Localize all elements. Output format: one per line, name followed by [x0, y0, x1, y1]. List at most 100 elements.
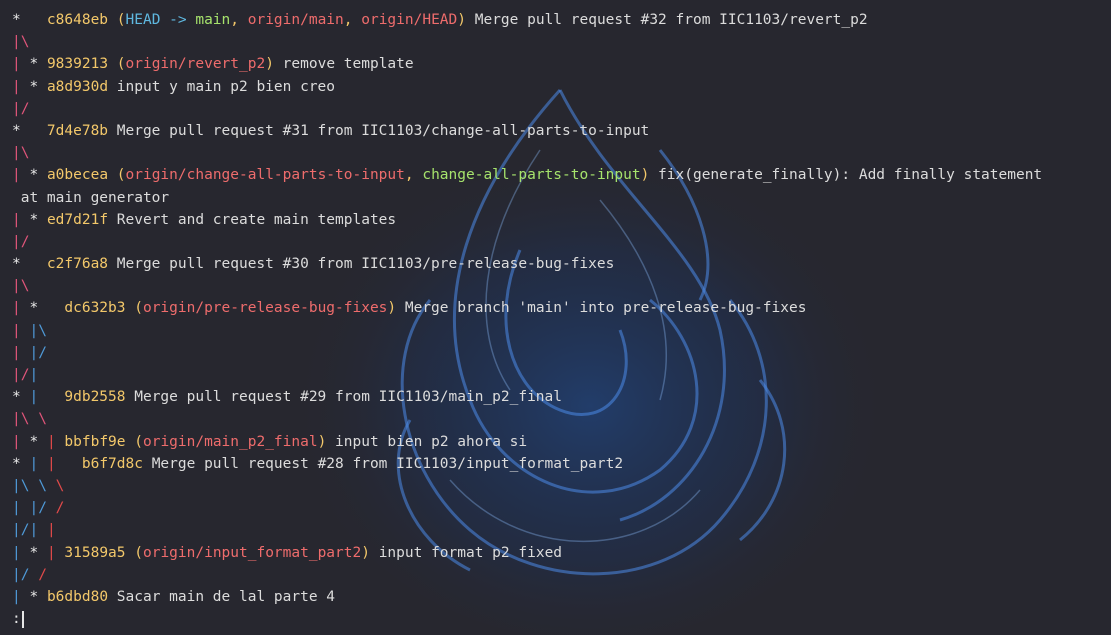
commit-hash: b6dbd80: [46, 588, 109, 605]
graph-commit-marker: *: [29, 300, 65, 317]
commit-message: input y main p2 bien creo: [108, 78, 336, 95]
head-ref: HEAD ->: [125, 12, 196, 28]
remote-branch-ref: origin/revert_p2: [125, 56, 266, 73]
graph-line: |: [46, 544, 65, 561]
graph-commit-marker: *: [29, 56, 47, 73]
graph-line: |: [12, 211, 30, 228]
remote-branch-ref: origin/pre-release-bug-fixes: [142, 300, 388, 317]
commit-hash: ): [361, 544, 370, 561]
local-branch-ref: main: [195, 12, 231, 28]
pager-prompt[interactable]: :: [0, 608, 1111, 630]
commit-hash: ,: [230, 12, 248, 28]
graph-line: |/: [12, 566, 39, 583]
graph-line: |: [12, 300, 30, 317]
commit-message: input bien p2 ahora si: [326, 433, 528, 450]
commit-message: Merge pull request #30 from IIC1103/pre-…: [108, 256, 615, 273]
commit-hash: ): [387, 300, 397, 317]
log-line: | * dc632b3 (origin/pre-release-bug-fixe…: [12, 297, 1111, 319]
commit-hash: 9839213: [46, 56, 109, 73]
graph-line: |\: [12, 145, 30, 162]
graph-line: |: [12, 78, 30, 95]
log-line: |\: [12, 275, 1111, 297]
log-line: |\: [12, 31, 1111, 53]
log-line: * c8648eb (HEAD -> main, origin/main, or…: [12, 9, 1111, 31]
terminal-window[interactable]: * c8648eb (HEAD -> main, origin/main, or…: [0, 0, 1111, 635]
log-line: * c2f76a8 Merge pull request #30 from II…: [12, 253, 1111, 275]
log-line: * 7d4e78b Merge pull request #31 from II…: [12, 120, 1111, 142]
log-line: |\ \: [12, 408, 1111, 430]
local-branch-ref: change-all-parts-to-input: [422, 167, 641, 184]
commit-hash: 9db2558: [64, 389, 126, 406]
commit-hash: (: [108, 167, 126, 184]
log-line: |/: [12, 98, 1111, 120]
commit-hash: 7d4e78b: [46, 122, 109, 139]
graph-line: |: [12, 588, 30, 605]
graph-line: |: [12, 344, 30, 361]
graph-commit-marker: *: [29, 167, 47, 184]
graph-line: /: [38, 566, 47, 583]
prompt-text: :: [12, 611, 21, 628]
graph-line: |: [46, 522, 56, 539]
graph-commit-marker: *: [12, 256, 47, 273]
graph-line: |/: [29, 500, 56, 517]
graph-commit-marker: *: [29, 78, 47, 95]
log-line: | * 9839213 (origin/revert_p2) remove te…: [12, 53, 1111, 75]
graph-line: |: [12, 56, 30, 73]
commit-hash: 31589a5: [64, 544, 126, 561]
commit-hash: ,: [404, 167, 423, 184]
graph-line: |/: [29, 344, 47, 361]
graph-line: |: [12, 433, 30, 450]
graph-line: |\: [12, 278, 30, 295]
log-line: | * ed7d21f Revert and create main templ…: [12, 209, 1111, 231]
graph-line: |: [12, 167, 30, 184]
commit-message: Sacar main de lal parte 4: [108, 588, 336, 605]
remote-branch-ref: origin/main_p2_final: [142, 433, 318, 450]
commit-message: Merge pull request #28 from IIC1103/inpu…: [142, 455, 624, 472]
remote-branch-ref: origin/input_format_part2: [142, 544, 362, 561]
log-line: | * | 31589a5 (origin/input_format_part2…: [12, 542, 1111, 564]
commit-hash: dc632b3: [64, 300, 126, 317]
graph-line: |: [29, 455, 47, 472]
commit-message: Merge pull request #29 from IIC1103/main…: [125, 389, 562, 406]
log-line: at main generator: [12, 187, 1111, 209]
commit-hash: ): [457, 12, 466, 28]
graph-line: |\ \: [12, 411, 47, 428]
graph-line: |: [12, 322, 30, 339]
graph-commit-marker: *: [29, 544, 47, 561]
graph-line: |\: [12, 477, 39, 494]
graph-commit-marker: *: [12, 455, 30, 472]
graph-commit-marker: *: [12, 122, 47, 139]
log-line: | |\: [12, 320, 1111, 342]
log-line: |\ \ \: [12, 475, 1111, 497]
graph-line: |: [12, 544, 30, 561]
log-line: * | | b6f7d8c Merge pull request #28 fro…: [12, 453, 1111, 475]
log-line: | * b6dbd80 Sacar main de lal parte 4: [12, 586, 1111, 608]
remote-branch-ref: origin/HEAD: [361, 12, 458, 28]
graph-line: |: [29, 367, 39, 383]
log-line: |/|: [12, 364, 1111, 386]
commit-hash: (: [125, 300, 143, 317]
log-line: |/| |: [12, 519, 1111, 541]
commit-message: input format p2 fixed: [369, 544, 563, 561]
commit-hash: (: [108, 12, 126, 28]
graph-line: |/: [12, 367, 30, 383]
log-line: | * a8d930d input y main p2 bien creo: [12, 76, 1111, 98]
remote-branch-ref: origin/main: [247, 12, 344, 28]
graph-commit-marker: *: [12, 12, 47, 28]
graph-line: |: [12, 500, 30, 517]
commit-hash: ,: [343, 12, 362, 28]
commit-hash: (: [125, 544, 143, 561]
graph-line: \: [55, 477, 65, 494]
commit-message: Merge branch 'main' into pre-release-bug…: [396, 300, 807, 317]
commit-hash: ): [265, 56, 274, 73]
commit-hash: b6f7d8c: [81, 455, 143, 472]
graph-line: |: [29, 389, 65, 406]
log-line: | |/ /: [12, 497, 1111, 519]
commit-message: Merge pull request #32 from IIC1103/reve…: [466, 12, 868, 28]
commit-hash: c2f76a8: [46, 256, 109, 273]
graph-line: |\: [29, 322, 47, 339]
graph-line: |/: [12, 100, 30, 117]
commit-hash: (: [108, 56, 126, 73]
graph-line: |: [46, 455, 82, 472]
commit-message: fix(generate_finally): Add finally state…: [649, 167, 1043, 184]
